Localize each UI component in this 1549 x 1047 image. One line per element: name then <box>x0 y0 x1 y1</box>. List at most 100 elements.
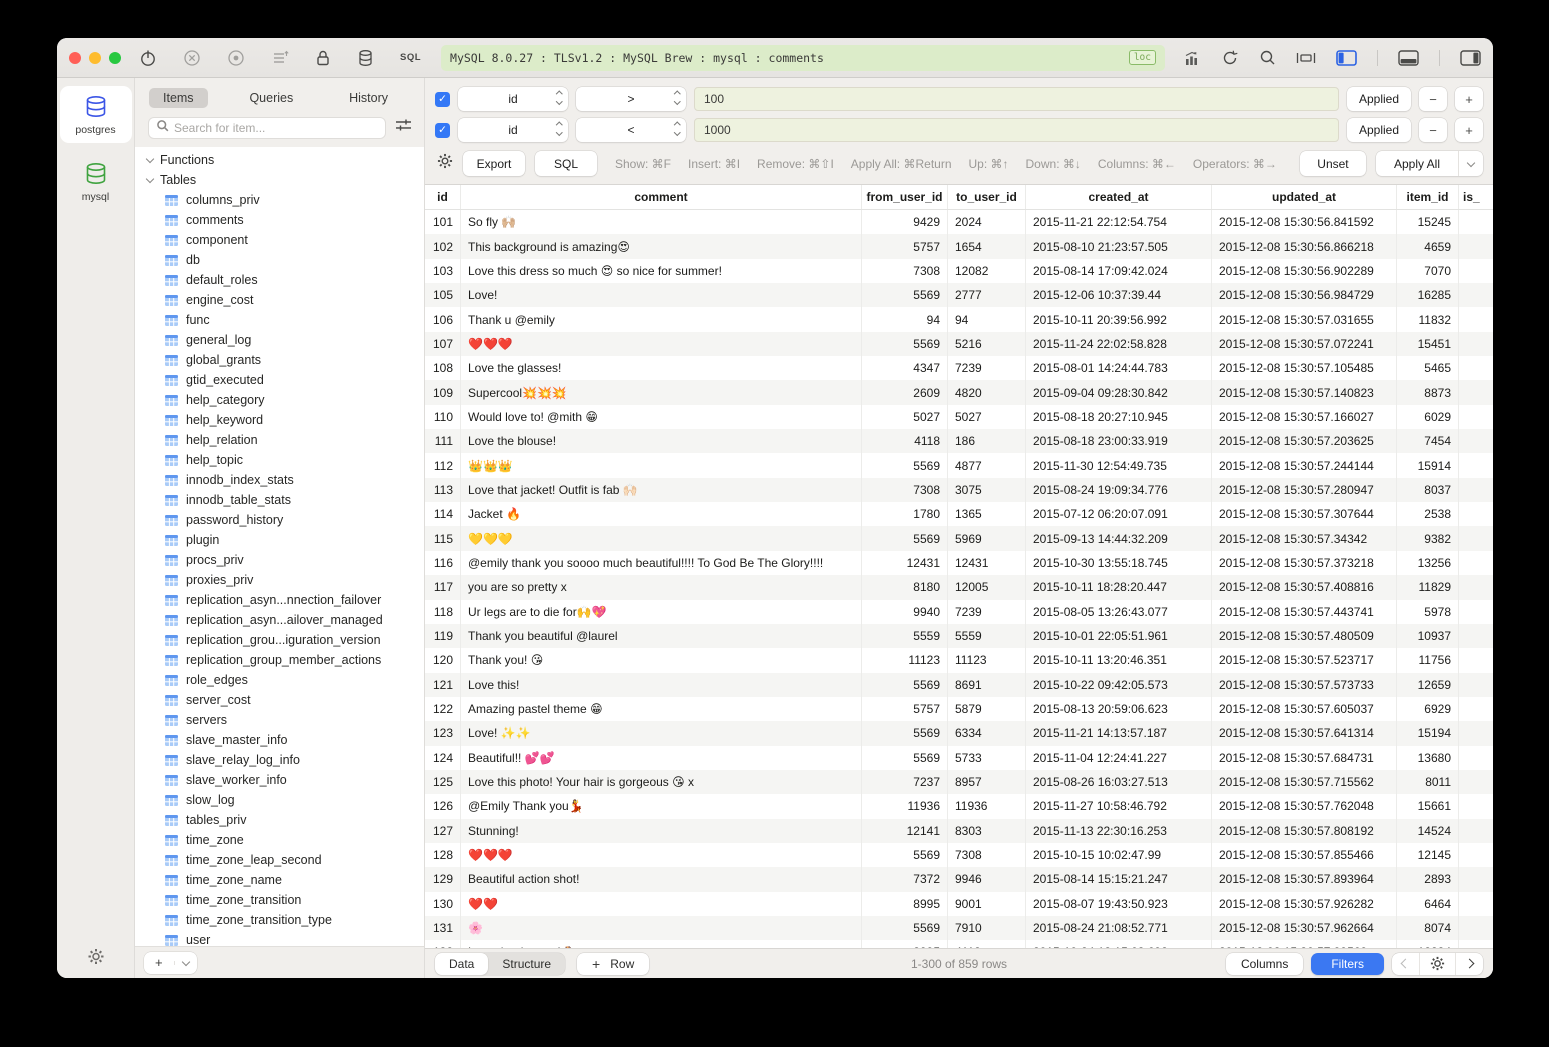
cell[interactable]: 127 <box>425 819 461 843</box>
cell[interactable]: 2015-12-08 15:30:57.166027 <box>1212 405 1397 429</box>
cell[interactable]: 9382 <box>1397 526 1459 550</box>
chart-icon[interactable] <box>1183 49 1201 67</box>
tab-history[interactable]: History <box>335 88 402 108</box>
cell[interactable] <box>1459 819 1493 843</box>
sidebar-item-table[interactable]: default_roles <box>135 270 424 290</box>
cell[interactable]: 101 <box>425 210 461 234</box>
cell[interactable]: 11829 <box>1397 575 1459 599</box>
cell[interactable]: 11832 <box>1397 307 1459 331</box>
column-header-to_user_id[interactable]: to_user_id <box>948 185 1026 209</box>
cell[interactable]: 102 <box>425 234 461 258</box>
apply-all-button[interactable]: Apply All <box>1376 157 1458 171</box>
cell[interactable]: 2015-12-08 15:30:56.866218 <box>1212 234 1397 258</box>
cell[interactable]: 2015-08-24 21:08:52.771 <box>1026 916 1212 940</box>
database-icon[interactable] <box>357 49 374 67</box>
cell[interactable]: 2777 <box>948 283 1026 307</box>
cell[interactable]: 2015-10-11 18:28:20.447 <box>1026 575 1212 599</box>
cell[interactable]: 8074 <box>1397 916 1459 940</box>
cell[interactable]: Ur legs are to die for🙌💖 <box>461 600 862 624</box>
cell[interactable]: 4347 <box>862 356 948 380</box>
cell[interactable]: 7308 <box>862 478 948 502</box>
cell[interactable]: 2015-12-08 15:30:57.893964 <box>1212 867 1397 891</box>
filter-operator-select[interactable]: > <box>576 87 686 111</box>
table-row[interactable]: 116@emily thank you soooo much beautiful… <box>425 551 1493 575</box>
sidebar-item-table[interactable]: db <box>135 250 424 270</box>
tab-items[interactable]: Items <box>149 88 208 108</box>
toggle-left-panel-icon[interactable] <box>1336 50 1357 66</box>
export-button[interactable]: Export <box>463 151 525 176</box>
cell[interactable]: 114 <box>425 502 461 526</box>
cell[interactable]: 124 <box>425 746 461 770</box>
cell[interactable]: This background is amazing😍 <box>461 234 862 258</box>
cell[interactable]: 105 <box>425 283 461 307</box>
cell[interactable]: 7910 <box>948 916 1026 940</box>
add-item-dropdown[interactable] <box>174 961 197 965</box>
cell[interactable]: Amazing pastel theme 😁 <box>461 697 862 721</box>
column-header-from_user_id[interactable]: from_user_id <box>862 185 948 209</box>
cell[interactable]: 125 <box>425 770 461 794</box>
sidebar-item-table[interactable]: password_history <box>135 510 424 530</box>
cell[interactable] <box>1459 697 1493 721</box>
cell[interactable]: Stunning! <box>461 819 862 843</box>
table-row[interactable]: 115💛💛💛556959692015-09-13 14:44:32.209201… <box>425 526 1493 550</box>
cell[interactable]: 11936 <box>948 794 1026 818</box>
cell[interactable]: 2015-11-27 10:58:46.792 <box>1026 794 1212 818</box>
cell[interactable]: 5559 <box>862 624 948 648</box>
table-row[interactable]: 102This background is amazing😍5757165420… <box>425 234 1493 258</box>
sidebar-item-table[interactable]: user <box>135 930 424 946</box>
cell[interactable]: 2015-12-08 15:30:57.808192 <box>1212 819 1397 843</box>
cell[interactable]: 118 <box>425 600 461 624</box>
cell[interactable] <box>1459 526 1493 550</box>
cell[interactable]: 115 <box>425 526 461 550</box>
sidebar-item-table[interactable]: servers <box>135 710 424 730</box>
cell[interactable]: ❤️❤️ <box>461 892 862 916</box>
cell[interactable] <box>1459 234 1493 258</box>
cell[interactable]: 2015-12-08 15:30:57.072241 <box>1212 332 1397 356</box>
add-item-button[interactable]: + <box>144 955 174 970</box>
sql-button[interactable]: SQL <box>535 151 597 176</box>
cell[interactable]: Love the blouse! <box>461 429 862 453</box>
cell[interactable]: Would love to! @mith 😁 <box>461 405 862 429</box>
sidebar-item-table[interactable]: engine_cost <box>135 290 424 310</box>
cell[interactable]: 120 <box>425 648 461 672</box>
next-page-button[interactable] <box>1455 953 1483 975</box>
cell[interactable] <box>1459 746 1493 770</box>
cell[interactable]: 14524 <box>1397 819 1459 843</box>
cell[interactable] <box>1459 600 1493 624</box>
cell[interactable]: 9001 <box>948 892 1026 916</box>
cell[interactable]: 2015-12-08 15:30:57.280947 <box>1212 478 1397 502</box>
cell[interactable] <box>1459 673 1493 697</box>
cell[interactable]: 👑👑👑 <box>461 453 862 477</box>
filter-settings-gear-icon[interactable] <box>437 153 453 174</box>
cell[interactable]: Love this! <box>461 673 862 697</box>
cell[interactable] <box>1459 551 1493 575</box>
tab-structure[interactable]: Structure <box>488 953 565 975</box>
remove-filter-button[interactable]: − <box>1419 118 1447 142</box>
cell[interactable]: 2015-12-08 15:30:56.902289 <box>1212 259 1397 283</box>
cell[interactable]: 5569 <box>862 332 948 356</box>
cell[interactable]: 2015-08-24 19:09:34.776 <box>1026 478 1212 502</box>
cell[interactable]: 2015-12-08 15:30:57.408816 <box>1212 575 1397 599</box>
queue-list-icon[interactable] <box>271 49 289 67</box>
cell[interactable] <box>1459 794 1493 818</box>
cell[interactable]: 119 <box>425 624 461 648</box>
table-row[interactable]: 105Love!556927772015-12-06 10:37:39.4420… <box>425 283 1493 307</box>
target-icon[interactable] <box>227 49 245 67</box>
cell[interactable]: 12145 <box>1397 843 1459 867</box>
cell[interactable]: 2024 <box>948 210 1026 234</box>
cell[interactable]: 5569 <box>862 843 948 867</box>
cell[interactable]: 2015-08-18 23:00:33.919 <box>1026 429 1212 453</box>
cell[interactable]: 2015-08-05 13:26:43.077 <box>1026 600 1212 624</box>
cell[interactable]: @Emily Thank you💃 <box>461 794 862 818</box>
table-row[interactable]: 101So fly 🙌🏼942920242015-11-21 22:12:54.… <box>425 210 1493 234</box>
sidebar-item-table[interactable]: replication_grou...iguration_version <box>135 630 424 650</box>
cell[interactable] <box>1459 210 1493 234</box>
cell[interactable]: 2015-10-15 10:02:47.99 <box>1026 843 1212 867</box>
cell[interactable]: 11936 <box>862 794 948 818</box>
table-row[interactable]: 122Amazing pastel theme 😁575758792015-08… <box>425 697 1493 721</box>
add-row-button[interactable]: + Row <box>577 953 649 975</box>
cell[interactable]: 1654 <box>948 234 1026 258</box>
cell[interactable]: 12431 <box>862 551 948 575</box>
cell[interactable]: 2015-10-30 13:55:18.745 <box>1026 551 1212 575</box>
cell[interactable]: 1780 <box>862 502 948 526</box>
